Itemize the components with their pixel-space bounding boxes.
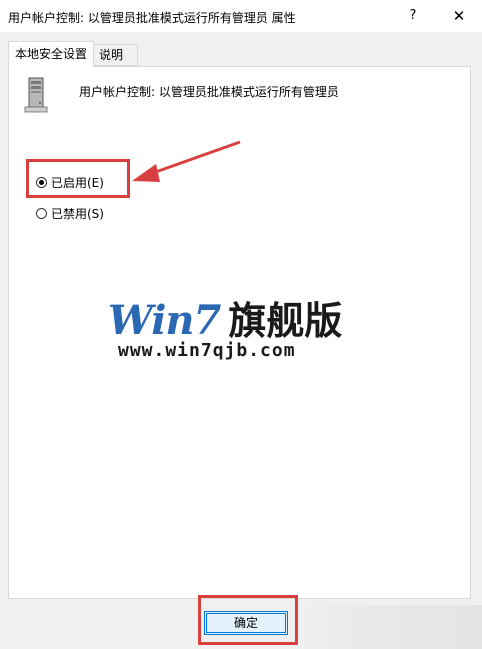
enabled-label: 已启用(E) [51,175,104,190]
tab-explain[interactable]: 说明 [92,44,138,66]
watermark-logo: Win7 旗舰版 [108,290,342,345]
close-button[interactable]: ✕ [444,4,474,28]
enabled-option[interactable]: 已启用(E) [36,173,104,191]
ok-button[interactable]: 确定 [204,611,288,635]
disabled-radio[interactable] [36,207,47,219]
server-computer-icon [24,77,48,113]
tab-local-security-setting[interactable]: 本地安全设置 [8,41,95,67]
watermark-url: www.win7qjb.com [118,340,296,361]
policy-name: 用户帐户控制: 以管理员批准模式运行所有管理员 [79,85,339,99]
window-title: 用户帐户控制: 以管理员批准模式运行所有管理员 属性 [8,11,296,25]
enabled-radio[interactable] [36,176,47,188]
watermark-logo-text: Win7 [108,297,221,344]
disabled-label: 已禁用(S) [51,206,104,221]
title-bar: 用户帐户控制: 以管理员批准模式运行所有管理员 属性 ? ✕ [0,0,482,32]
disabled-option[interactable]: 已禁用(S) [36,204,104,222]
help-button[interactable]: ? [398,4,428,28]
blurred-region [300,605,482,649]
ok-button-label: 确定 [233,616,258,630]
watermark-logo-cn: 旗舰版 [228,299,343,343]
